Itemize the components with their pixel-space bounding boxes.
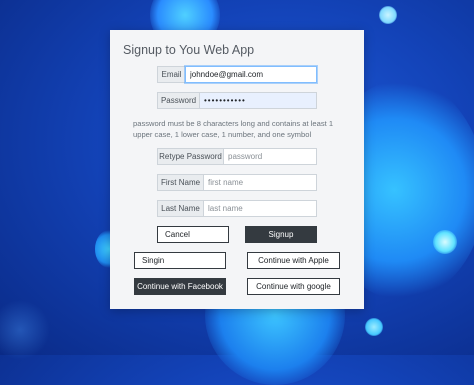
email-field[interactable] [185, 66, 317, 83]
password-group: Password [157, 92, 317, 109]
continue-with-facebook-button[interactable]: Continue with Facebook [134, 278, 226, 295]
bokeh-light [0, 300, 50, 360]
password-label: Password [157, 92, 199, 109]
continue-with-google-button[interactable]: Continue with google [247, 278, 340, 295]
continue-with-apple-button[interactable]: Continue with Apple [247, 252, 340, 269]
last-name-label: Last Name [157, 200, 203, 217]
last-name-group: Last Name [157, 200, 317, 217]
cancel-button[interactable]: Cancel [157, 226, 229, 243]
signup-card: Signup to You Web App Email Password pas… [110, 30, 364, 309]
first-name-label: First Name [157, 174, 203, 191]
first-name-field[interactable] [203, 174, 317, 191]
signin-button[interactable]: Singin [134, 252, 226, 269]
email-label: Email [157, 66, 185, 83]
bokeh-light [379, 6, 397, 24]
retype-password-field[interactable] [223, 148, 317, 165]
email-group: Email [157, 66, 317, 83]
bokeh-light [365, 318, 383, 336]
first-name-group: First Name [157, 174, 317, 191]
bokeh-light [433, 230, 457, 254]
page-title: Signup to You Web App [123, 43, 255, 57]
signup-button[interactable]: Signup [245, 226, 317, 243]
last-name-field[interactable] [203, 200, 317, 217]
retype-password-label: Retype Password [157, 148, 223, 165]
retype-password-group: Retype Password [157, 148, 317, 165]
password-field[interactable] [199, 92, 317, 109]
password-hint: password must be 8 characters long and c… [133, 119, 334, 139]
